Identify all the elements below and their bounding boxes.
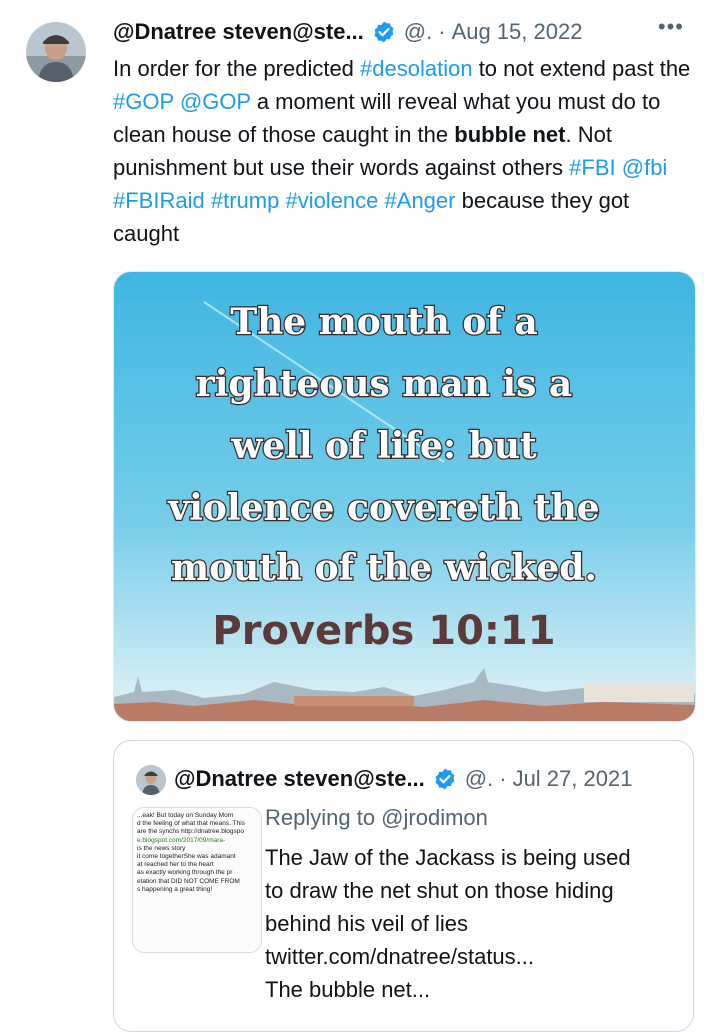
hashtag-link[interactable]: #desolation <box>360 56 473 81</box>
thumbnail-text-line: s happening a great thing! <box>137 885 213 893</box>
hashtag-link[interactable]: #Anger <box>385 188 456 213</box>
quoted-tweet-line: behind his veil of lies <box>265 911 469 936</box>
hashtag-link[interactable]: @GOP <box>180 89 251 114</box>
thumbnail-text-line: ...eak! But today on Sunday Morn <box>137 812 234 819</box>
quoted-tweet-line: to draw the net shut on those hiding <box>265 878 614 903</box>
thumbnail-text-line: at reached her to the heart <box>137 861 214 869</box>
thumbnail-text-line: as exactly working through the pr <box>137 869 233 877</box>
quoted-tweet[interactable]: @Dnatree steven@ste... @. · Jul 27, 2021… <box>113 740 694 1032</box>
quoted-tweet-line: The Jaw of the Jackass is being used <box>265 845 631 870</box>
quoted-separator-dot: · <box>499 766 507 791</box>
more-options-icon[interactable]: ••• <box>658 14 684 40</box>
quoted-tweet-link[interactable]: twitter.com/dnatree/status... <box>265 940 685 973</box>
quoted-tweet-thumbnail[interactable]: ...eak! But today on Sunday Morn d the fe… <box>132 807 262 953</box>
author-name[interactable]: @Dnatree steven@ste... <box>113 19 364 45</box>
hashtag-link[interactable]: #trump <box>211 188 279 213</box>
tweet-date[interactable]: Aug 15, 2022 <box>452 19 583 45</box>
thumbnail-text-line: etation that DID NOT COME FROM <box>137 877 240 885</box>
quoted-author-handle[interactable]: @. <box>465 766 493 792</box>
hashtag-link[interactable]: #FBI <box>569 155 615 180</box>
tweet-text: In order for the predicted #desolation t… <box>113 52 698 250</box>
quoted-tweet-text: The Jaw of the Jackass is being used to d… <box>265 841 685 1006</box>
hashtag-link[interactable]: #GOP <box>113 89 174 114</box>
quoted-verified-badge-icon <box>433 767 457 791</box>
verified-badge-icon <box>372 20 396 44</box>
author-handle[interactable]: @. <box>404 19 432 45</box>
replying-to-label[interactable]: Replying to @jrodimon <box>265 803 488 833</box>
tweet-text-segment: to not extend past the <box>472 56 691 81</box>
tweet-image[interactable]: The mouth of a righteous man is a well of … <box>113 271 696 722</box>
tweet-text-segment: In order for the predicted <box>113 56 361 81</box>
quoted-author-name[interactable]: @Dnatree steven@ste... <box>174 766 425 792</box>
image-quote-line: The mouth of a <box>230 301 537 343</box>
image-quote-line: violence covereth the <box>167 487 599 529</box>
quoted-author-avatar[interactable] <box>136 765 166 795</box>
quoted-tweet-line: The bubble net... <box>265 977 431 1002</box>
image-verse-reference: Proverbs 10:11 <box>212 608 555 654</box>
separator-dot: · <box>438 19 446 44</box>
thumbnail-text-line: e.blogspot.com/2017/09/mara- <box>137 836 226 844</box>
thumbnail-text-line: are the synchs http://dnatree.blogspo <box>137 828 244 836</box>
thumbnail-text-line: d the feeling of what that means. This <box>137 820 245 828</box>
author-avatar[interactable] <box>26 22 86 82</box>
quoted-tweet-header: @Dnatree steven@ste... @. · Jul 27, 2021 <box>174 761 679 797</box>
hashtag-link[interactable]: #violence <box>285 188 378 213</box>
quoted-tweet-date[interactable]: Jul 27, 2021 <box>513 766 633 792</box>
tweet-header: @Dnatree steven@ste... @. · Aug 15, 2022… <box>113 14 684 50</box>
image-quote-line: well of life: but <box>230 425 537 467</box>
image-quote-line: mouth of the wicked. <box>171 547 597 589</box>
image-quote-line: righteous man is a <box>196 363 572 405</box>
thumbnail-text-line: is the news story <box>137 844 186 852</box>
bold-text: bubble net <box>454 122 566 147</box>
hashtag-link[interactable]: @fbi <box>622 155 668 180</box>
thumbnail-text-line: it come togetherShe was adamant <box>137 853 236 861</box>
hashtag-link[interactable]: #FBIRaid <box>113 188 205 213</box>
